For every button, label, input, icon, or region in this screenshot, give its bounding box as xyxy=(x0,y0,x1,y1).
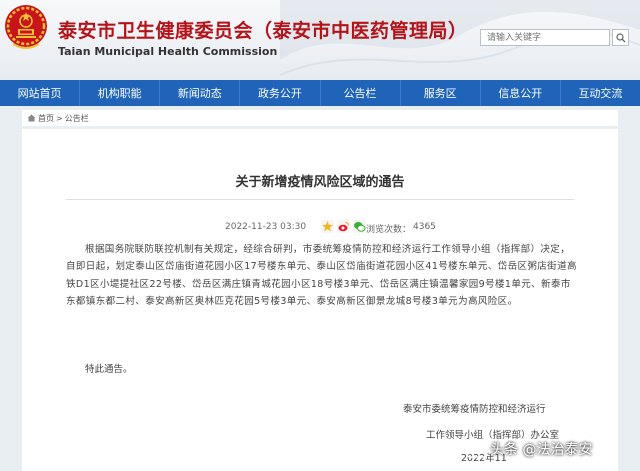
national-emblem-icon xyxy=(5,5,47,49)
qzone-star-icon[interactable] xyxy=(321,220,334,233)
site-header: 泰安市卫生健康委员会（泰安市中医药管理局） Taian Municipal He… xyxy=(0,0,640,80)
search-button[interactable] xyxy=(612,29,629,46)
title-divider xyxy=(66,199,574,200)
wechat-icon[interactable] xyxy=(353,220,366,233)
article-title: 关于新增疫情风险区域的通告 xyxy=(235,175,405,190)
nav-item-services[interactable]: 服务区 xyxy=(401,80,481,106)
breadcrumb: 首页 > 公告栏 xyxy=(22,110,618,126)
site-title: 泰安市卫生健康委员会（泰安市中医药管理局） xyxy=(58,20,468,42)
nav-item-interaction[interactable]: 互动交流 xyxy=(561,80,640,106)
main-nav: 网站首页 机构职能 新闻动态 政务公开 公告栏 服务区 信息公开 互动交流 xyxy=(0,80,640,106)
search-input[interactable] xyxy=(480,29,610,46)
breadcrumb-home-link[interactable]: 首页 xyxy=(38,113,54,124)
nav-item-home[interactable]: 网站首页 xyxy=(0,80,81,106)
signature-line-1: 泰安市委统筹疫情防控和经济运行 xyxy=(403,404,546,415)
nav-item-bulletin[interactable]: 公告栏 xyxy=(321,80,401,106)
site-title-english: Taian Municipal Health Commission xyxy=(58,45,278,58)
nav-item-news[interactable]: 新闻动态 xyxy=(160,80,241,106)
article-panel: 关于新增疫情风险区域的通告 2022-11-23 03:30 浏览次数： 436… xyxy=(22,129,618,471)
article-closing: 特此通告。 xyxy=(85,364,133,375)
nav-item-government-affairs[interactable]: 政务公开 xyxy=(240,80,321,106)
home-icon xyxy=(27,114,36,122)
watermark-text: 头条 @法治泰安 xyxy=(490,442,593,458)
search-icon xyxy=(615,32,625,42)
breadcrumb-current[interactable]: 公告栏 xyxy=(65,113,89,124)
article-body: 根据国务院联防联控机制有关规定，经综合研判，市委统筹疫情防控和经济运行工作领导小… xyxy=(66,244,577,308)
toutiao-watermark: 头条 @法治泰安 xyxy=(466,437,592,461)
views-label: 浏览次数： xyxy=(366,225,412,235)
publish-date: 2022-11-23 03:30 xyxy=(225,222,307,232)
nav-item-info-disclosure[interactable]: 信息公开 xyxy=(481,80,561,106)
weibo-icon[interactable] xyxy=(337,220,350,233)
views-count: 4365 xyxy=(413,222,436,232)
toutiao-logo-icon xyxy=(466,440,488,458)
nav-item-functions[interactable]: 机构职能 xyxy=(80,80,161,106)
breadcrumb-separator: > xyxy=(56,113,63,123)
